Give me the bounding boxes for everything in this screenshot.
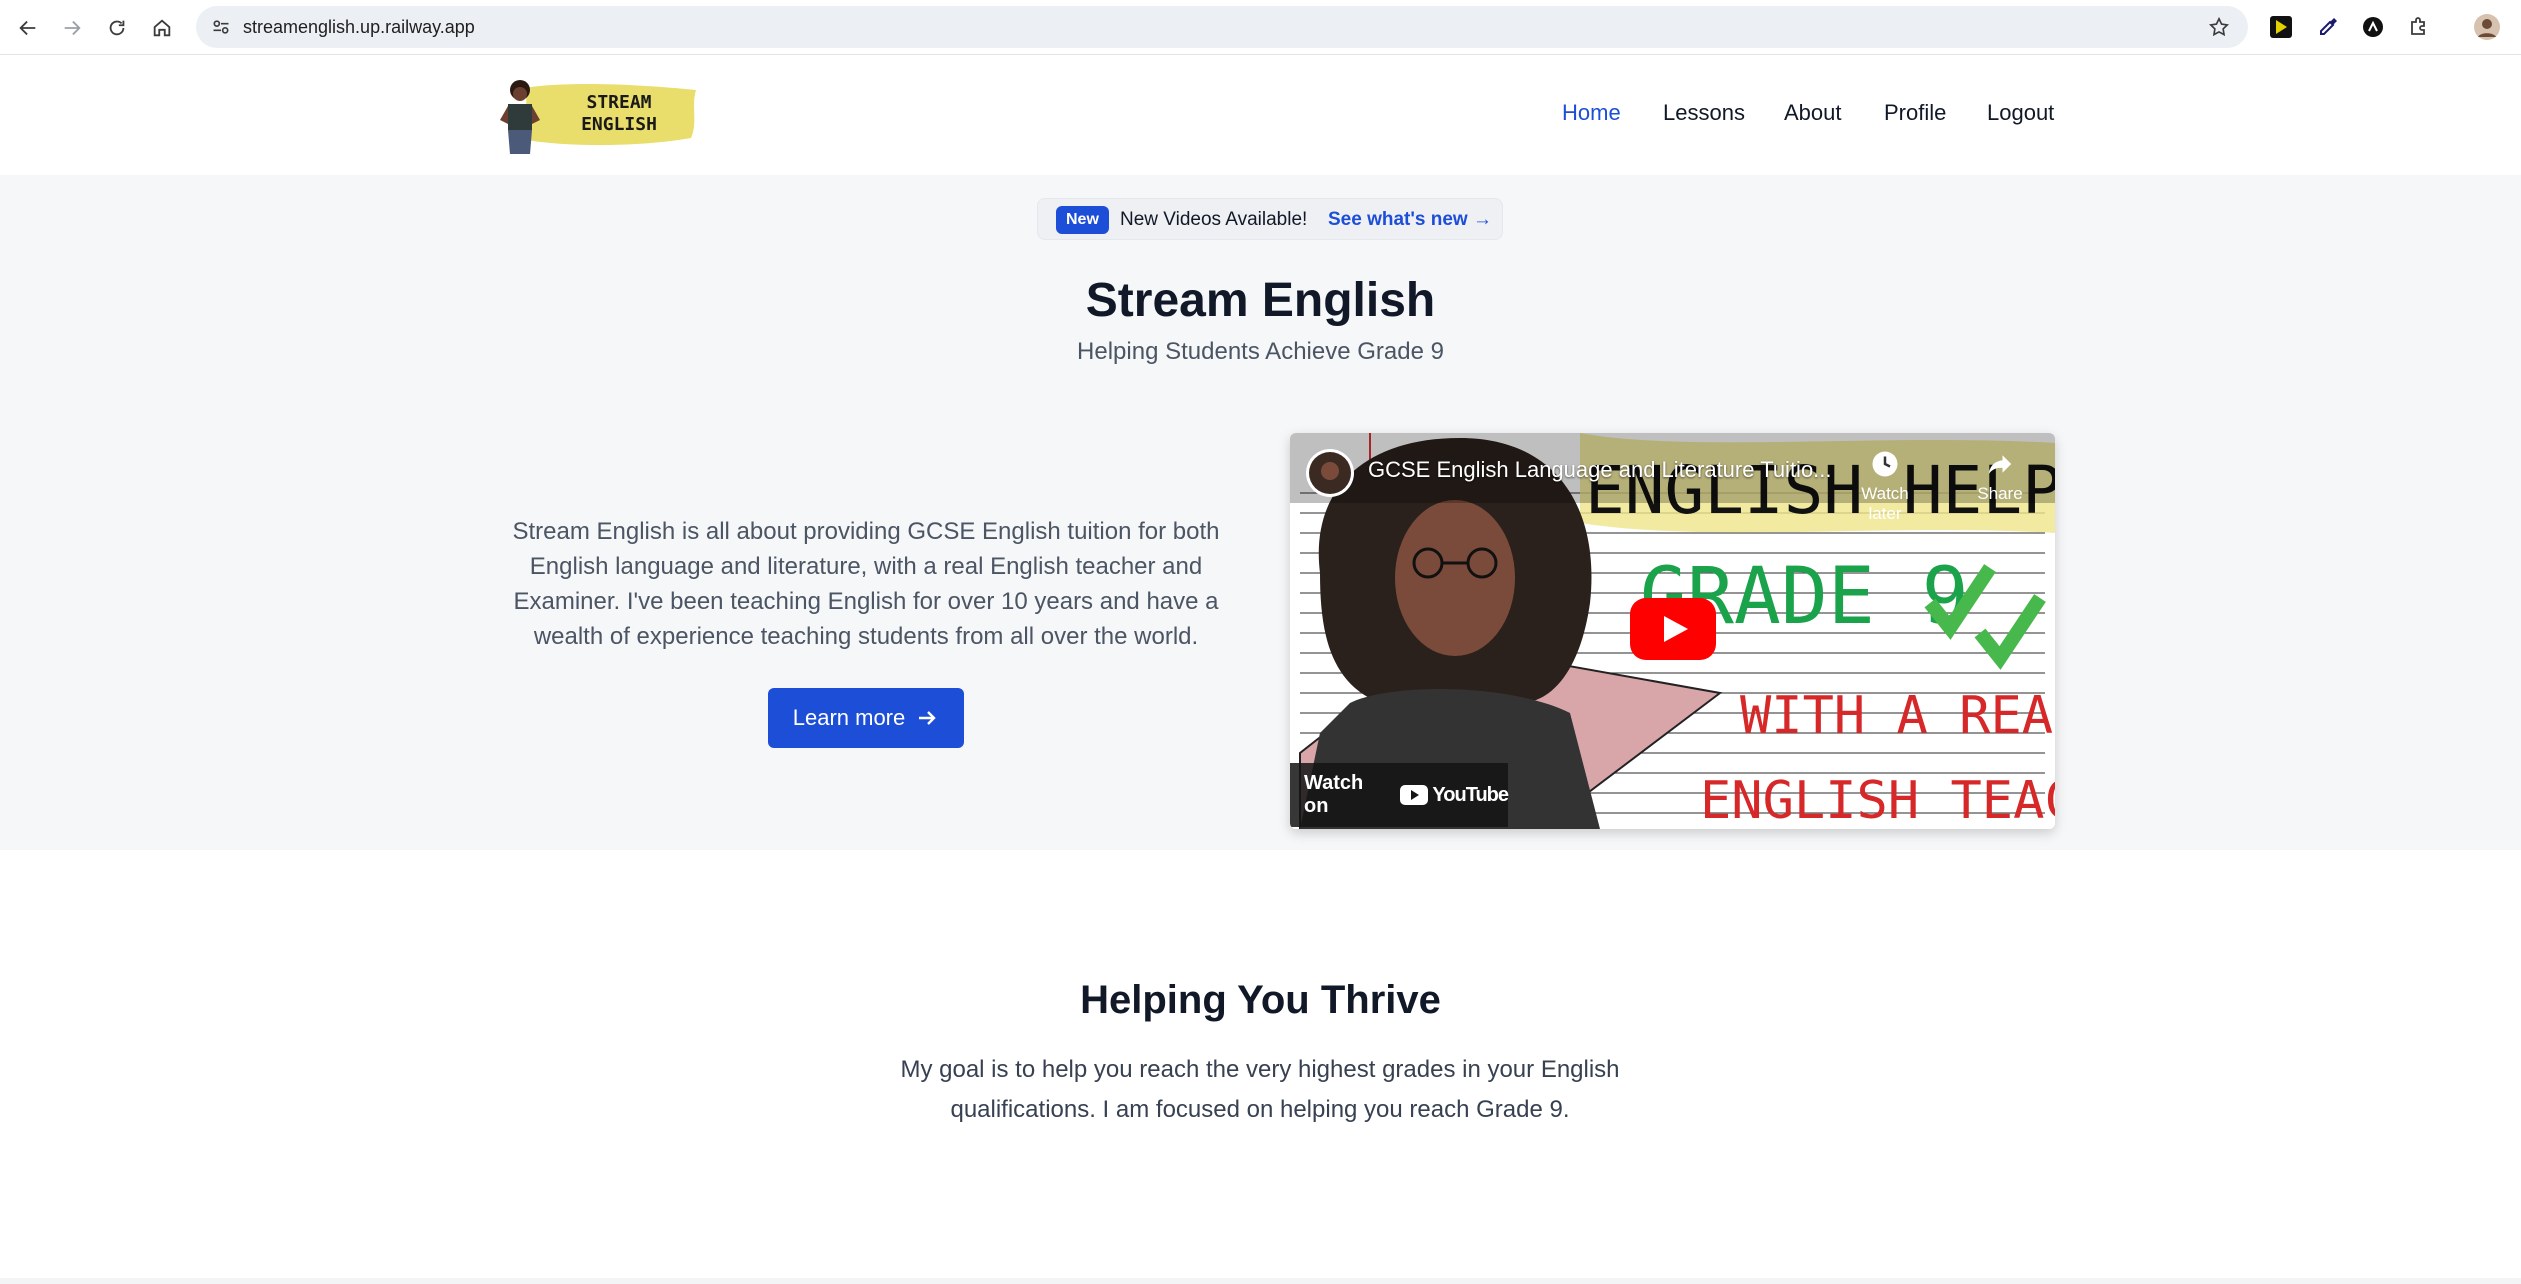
video-title[interactable]: GCSE English Language and Literature Tui… [1368, 457, 1832, 483]
arrow-right-icon [919, 711, 936, 725]
bookmark-star-icon[interactable] [2208, 16, 2230, 38]
clock-icon [1872, 451, 1898, 477]
hero-title: Stream English [1085, 274, 1436, 327]
forward-icon[interactable] [52, 8, 92, 48]
extension-play-icon[interactable] [2266, 12, 2296, 42]
section-divider [0, 1278, 2521, 1284]
home-icon[interactable] [142, 8, 182, 48]
share-arrow-icon [1988, 455, 2012, 474]
share-label: Share [1977, 484, 2023, 503]
thumb-text-with-real: WITH A REAL [1740, 686, 2055, 746]
youtube-logo-icon [1400, 785, 1429, 805]
thrive-text: My goal is to help you reach the very hi… [900, 1056, 1620, 1123]
back-icon[interactable] [8, 8, 48, 48]
extension-eyedropper-icon[interactable] [2313, 12, 2343, 42]
watch-later-label: Watch later [1861, 484, 1909, 523]
nav-profile[interactable]: Profile [1884, 100, 1946, 126]
site-logo[interactable]: STREAM ENGLISH [486, 76, 700, 156]
site-header: STREAM ENGLISH Home Lessons About Profil… [0, 56, 2521, 175]
new-badge: New [1056, 206, 1109, 234]
profile-avatar-icon[interactable] [2472, 12, 2502, 42]
watch-on-label: Watch on [1304, 772, 1364, 817]
logo-text-line2: ENGLISH [581, 114, 657, 135]
youtube-wordmark: YouTube [1432, 783, 1509, 806]
learn-more-button[interactable]: Learn more [768, 688, 964, 748]
hero-section: New New Videos Available! See what's new… [0, 175, 2521, 850]
hero-subtitle: Helping Students Achieve Grade 9 [1077, 338, 1444, 365]
announcement-text: New Videos Available! [1120, 209, 1308, 230]
browser-toolbar: streamenglish.up.railway.app [0, 0, 2521, 55]
address-bar[interactable]: streamenglish.up.railway.app [196, 6, 2248, 48]
logo-text-line1: STREAM [586, 92, 652, 113]
site-settings-icon[interactable] [210, 16, 232, 38]
hero-description: Stream English is all about providing GC… [512, 518, 1220, 650]
extensions-puzzle-icon[interactable] [2404, 12, 2434, 42]
watch-on-youtube-button[interactable]: Watch on YouTube [1290, 763, 1509, 827]
announcement-banner[interactable]: New New Videos Available! See what's new… [1037, 198, 1503, 240]
extension-circle-icon[interactable] [2358, 12, 2388, 42]
share-button[interactable]: Share [1970, 449, 2030, 504]
nav-lessons[interactable]: Lessons [1663, 100, 1745, 126]
nav-about[interactable]: About [1784, 100, 1842, 126]
nav-home[interactable]: Home [1562, 100, 1621, 126]
nav-logout[interactable]: Logout [1987, 100, 2054, 126]
watch-later-button[interactable]: Watch later [1850, 449, 1920, 524]
thumb-text-english-teacher: ENGLISH TEACHER [1700, 771, 2055, 829]
reload-icon[interactable] [97, 8, 137, 48]
youtube-video-embed[interactable]: ENGLISH HELP GRADE 9 WITH A REAL ENGLISH… [1290, 433, 2055, 829]
learn-more-label: Learn more [792, 705, 906, 730]
url-text: streamenglish.up.railway.app [243, 17, 475, 37]
see-whats-new-link[interactable]: See what's new → [1328, 199, 1492, 241]
youtube-play-icon[interactable] [1630, 598, 1716, 660]
thrive-title: Helping You Thrive [1080, 978, 1441, 1022]
